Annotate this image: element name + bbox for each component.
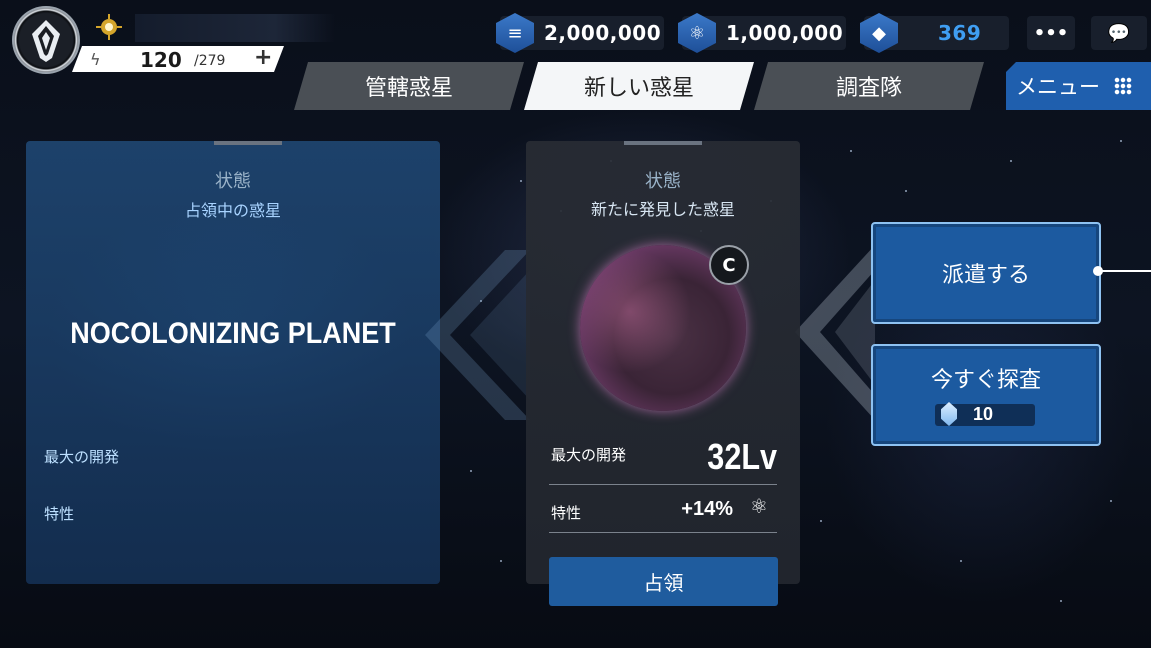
molecule-plus-icon: ⚛ [750,494,768,518]
trait-label: 特性 [551,504,582,522]
trait-row: 特性 +14% ⚛ [549,486,777,533]
coin-amount: 2,000,000 [544,21,662,45]
energy-bar: ϟ 120 /279 + [72,46,284,72]
arrow-left-icon [425,250,530,420]
stack-icon: ≡ [496,13,534,53]
dispatch-button[interactable]: 派遣する [871,222,1101,324]
tab-survey-team[interactable]: 調査隊 [754,62,984,110]
explore-now-button[interactable]: 今すぐ探査 10 [871,344,1101,446]
molecule-icon: ⚛ [678,13,716,53]
player-emblem-icon[interactable] [12,6,80,74]
explore-cost-value: 10 [973,404,994,424]
crystal-resource[interactable]: ◆ 369 [860,13,1009,53]
rank-badge-icon[interactable] [96,14,122,40]
state-label: 状態 [215,171,251,192]
molecule-resource[interactable]: ⚛ 1,000,000 [678,13,846,53]
trait-label: 特性 [44,505,75,523]
max-dev-value: 32Lv [707,436,777,477]
max-dev-label: 最大の開発 [551,446,627,464]
crystal-icon [941,402,957,426]
tab-governed-planets[interactable]: 管轄惑星 [294,62,524,110]
state-value: 占領中の惑星 [184,201,281,220]
lightning-icon: ϟ [90,50,101,69]
menu-label: メニュー [1016,75,1100,99]
molecule-amount: 1,000,000 [726,21,844,45]
connector-line [1097,270,1151,272]
panel-notch [214,141,282,145]
explore-cost: 10 [935,402,1035,426]
emblem-crest-icon [32,20,60,62]
state-label: 状態 [645,171,681,192]
trait-value: +14% [681,498,733,520]
panel-notch [624,141,702,145]
tab-new-planets[interactable]: 新しい惑星 [524,62,754,110]
grid-icon [1114,77,1132,95]
explore-label: 今すぐ探査 [930,368,1041,393]
energy-current: 120 [140,48,182,72]
coin-resource[interactable]: ≡ 2,000,000 [496,13,664,53]
planet-name: NOCOLONIZING PLANET [70,317,396,350]
chat-button[interactable]: 💬 [1091,16,1147,50]
chat-icon: 💬 [1107,22,1131,44]
crystal-amount: 369 [938,21,982,45]
connector-dot [1093,266,1103,276]
top-bar: ϟ 120 /279 + ≡ 2,000,000 ⚛ 1,000,000 ◆ 3… [0,0,1151,74]
state-value: 新たに発見した惑星 [590,200,735,219]
refresh-icon[interactable]: C [709,245,749,285]
menu-button[interactable]: メニュー [1006,62,1151,110]
energy-max: /279 [194,53,226,69]
crystal-icon: ◆ [860,13,898,53]
add-energy-button[interactable]: + [254,45,272,70]
current-planet-panel: 状態 占領中の惑星 NOCOLONIZING PLANET 最大の開発 特性 [26,141,440,584]
occupy-button[interactable]: 占領 [549,557,778,606]
max-dev-row: 最大の開発 32Lv [549,428,777,485]
max-dev-label: 最大の開発 [44,448,120,466]
more-options-button[interactable]: ••• [1027,16,1075,50]
player-name-plate [135,14,335,42]
